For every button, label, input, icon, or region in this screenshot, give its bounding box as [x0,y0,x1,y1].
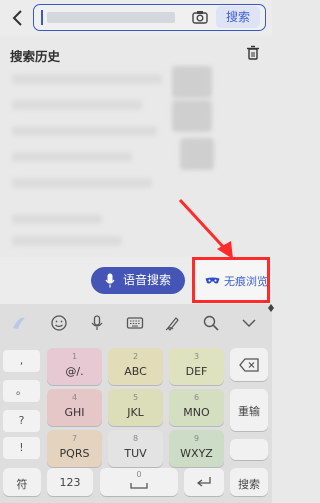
trash-icon[interactable] [246,45,260,61]
search-history-title: 搜索历史 [10,49,61,64]
t9-key-number: 7 [71,434,78,443]
history-item[interactable] [12,100,142,110]
voice-search-button[interactable]: 语音搜索 [91,267,185,294]
reenter-label: 重输 [238,405,260,418]
t9-key-6[interactable]: 6 MNO [169,389,224,426]
punctuation-period-key[interactable]: 。 [3,380,40,402]
search-key-label: 搜索 [238,478,260,491]
t9-key-letters: TUV [124,447,147,460]
collapse-keyboard-icon[interactable] [240,314,258,332]
t9-key-letters: JKL [127,406,144,419]
search-action-bar: 语音搜索 无痕浏览 [0,257,272,304]
search-icon[interactable] [202,314,220,332]
history-thumbnail [172,66,212,98]
search-key[interactable]: 搜索 [230,468,268,496]
t9-key-number: 2 [132,352,139,361]
t9-key-3[interactable]: 3 DEF [169,348,224,385]
history-item[interactable] [12,126,157,136]
emoji-icon[interactable] [50,314,68,332]
history-item[interactable] [12,236,122,246]
t9-key-2[interactable]: 2 ABC [108,348,163,385]
history-item[interactable] [12,178,152,188]
search-query-blurred [47,12,175,23]
symbol-label: 符 [16,478,28,491]
t9-key-number: 8 [132,434,139,443]
incognito-browsing-button[interactable]: 无痕浏览 [192,257,270,303]
keyboard-layout-icon[interactable] [126,314,144,332]
camera-icon[interactable] [191,9,209,26]
annotation-arrow [178,198,233,259]
enter-key[interactable] [184,468,224,496]
cursor-handle-icon [268,304,274,312]
delete-key[interactable] [230,348,268,381]
t9-key-number: 6 [193,393,200,402]
t9-key-number: 1 [71,352,78,361]
history-thumbnail [180,138,214,170]
t9-key-1[interactable]: 1 @/. [47,348,102,385]
text-caret [41,10,43,25]
symbol-key[interactable]: 符 [3,468,41,496]
space-key[interactable]: 0 [100,468,178,496]
t9-key-letters: PQRS [59,447,90,460]
keyboard-logo-icon[interactable] [10,314,28,332]
space-icon [130,483,148,489]
number-switch-label: 123 [59,476,81,489]
t9-key-number: 4 [71,393,78,402]
zero-key-right[interactable] [230,439,268,460]
keyboard-toolbar [0,304,274,343]
punctuation-question-key[interactable]: ? [3,410,40,432]
search-input[interactable]: 搜索 [33,4,266,31]
voice-input-icon[interactable] [88,314,106,332]
t9-key-4[interactable]: 4 GHI [47,389,102,426]
t9-key-letters: MNO [183,406,210,419]
enter-icon [196,477,211,487]
t9-key-7[interactable]: 7 PQRS [47,430,102,467]
search-button[interactable]: 搜索 [216,6,260,28]
t9-key-5[interactable]: 5 JKL [108,389,163,426]
history-thumbnail [172,100,212,132]
search-header: 搜索 [0,0,272,36]
t9-key-letters: ABC [124,365,147,378]
microphone-icon [105,273,115,288]
punctuation-exclaim-key[interactable]: ! [3,437,40,459]
t9-key-number: 5 [132,393,139,402]
t9-key-letters: @/. [65,365,84,378]
handwriting-icon[interactable] [164,314,182,332]
t9-key-8[interactable]: 8 TUV [108,430,163,467]
t9-key-letters: GHI [64,406,85,419]
incognito-browsing-label: 无痕浏览 [224,275,268,288]
incognito-mask-icon [205,277,220,284]
history-item[interactable] [12,152,132,162]
reenter-key[interactable]: 重输 [230,389,268,431]
t9-key-letters: WXYZ [180,447,213,460]
history-item[interactable] [12,74,162,84]
history-item[interactable] [12,214,102,224]
t9-key-9[interactable]: 9 WXYZ [169,430,224,467]
t9-key-number: 9 [193,434,200,443]
number-switch-key[interactable]: 123 [47,468,93,496]
space-zero-label: 0 [136,470,142,479]
keyboard: , 。 ? ! 1 @/. 2 ABC 3 DEF 4 GHI 5 JKL 6 MNO 7 PQRS 8 TU… [0,304,274,503]
backspace-icon [239,358,259,372]
t9-key-number: 3 [193,352,200,361]
back-arrow-icon[interactable] [8,6,28,30]
punctuation-comma-key[interactable]: , [3,350,40,372]
voice-search-label: 语音搜索 [123,273,172,287]
t9-key-letters: DEF [185,365,208,378]
